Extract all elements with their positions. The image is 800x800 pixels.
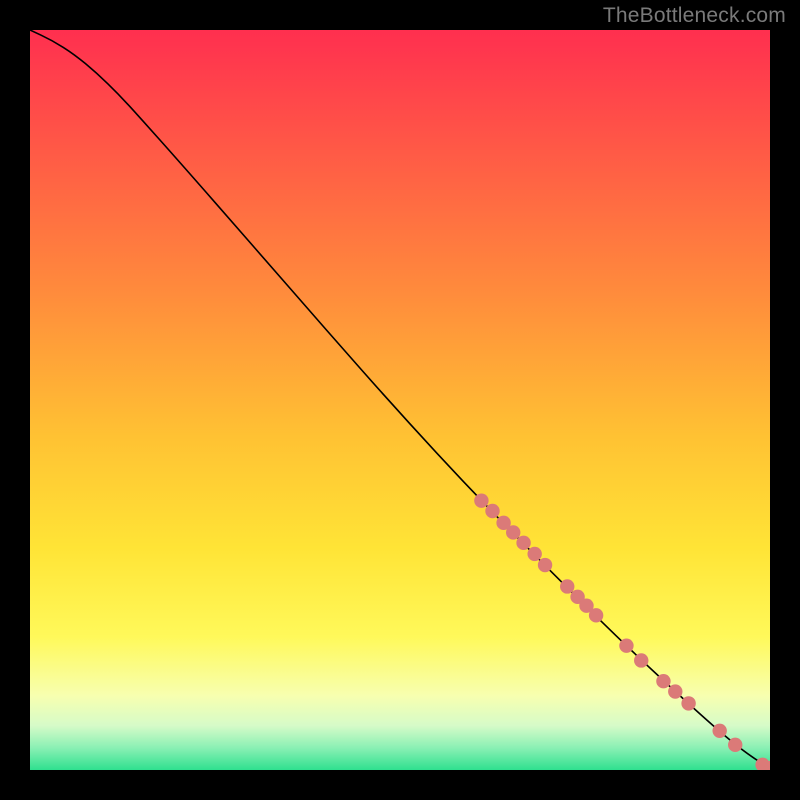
sample-point — [619, 638, 633, 652]
sample-point — [681, 696, 695, 710]
sample-point — [506, 525, 520, 539]
sample-point — [527, 547, 541, 561]
sample-point — [485, 504, 499, 518]
sample-point — [560, 579, 574, 593]
sample-point — [589, 608, 603, 622]
chart-stage: TheBottleneck.com — [0, 0, 800, 800]
sample-point — [474, 493, 488, 507]
attribution-text: TheBottleneck.com — [603, 4, 786, 28]
sample-point — [634, 653, 648, 667]
sample-point — [728, 738, 742, 752]
sample-point — [538, 558, 552, 572]
sample-point — [516, 536, 530, 550]
sample-point — [712, 724, 726, 738]
chart-background — [30, 30, 770, 770]
bottleneck-chart — [30, 30, 770, 770]
sample-point — [656, 674, 670, 688]
sample-point — [668, 684, 682, 698]
